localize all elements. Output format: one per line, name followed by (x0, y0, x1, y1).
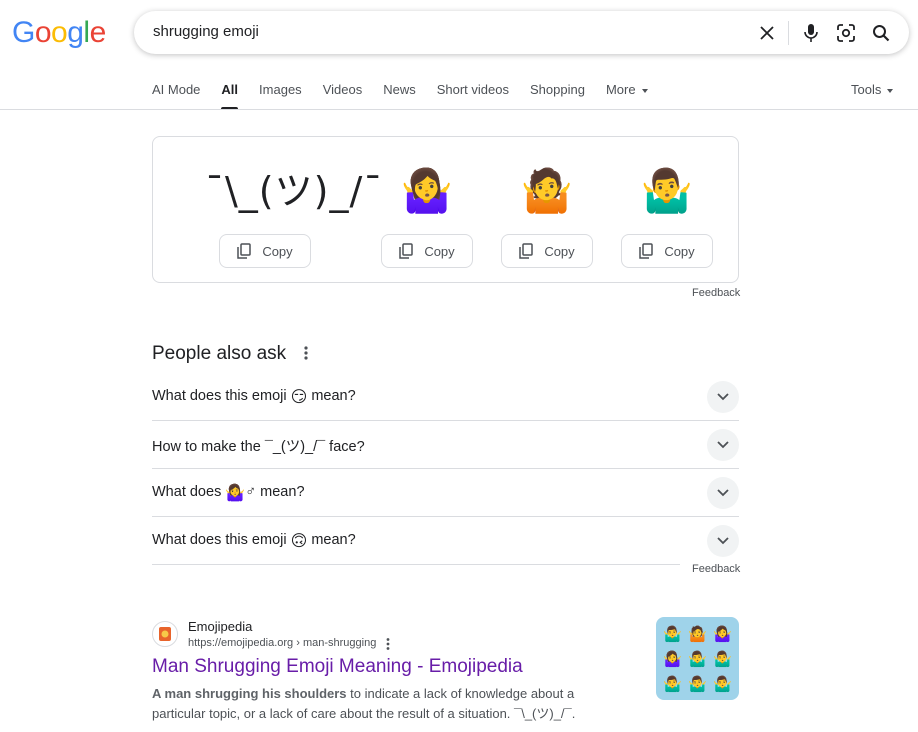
logo-letter: o (51, 16, 68, 49)
logo-letter: g (67, 16, 84, 49)
paa-question-text: What does this emoji 😏 mean? (152, 387, 356, 407)
logo-letter: e (89, 16, 107, 49)
emoji-cell: ¯\_(ツ)_/¯ Copy (205, 137, 384, 282)
copy-icon (399, 243, 414, 259)
chevron-down-icon[interactable] (707, 381, 739, 413)
tab-images[interactable]: Images (259, 82, 302, 110)
tools-button[interactable]: Tools (851, 82, 894, 97)
feedback-link[interactable]: Feedback (692, 563, 740, 575)
emoji-cell: 🤷 Copy (501, 137, 593, 282)
search-box[interactable]: shrugging emoji (134, 11, 909, 54)
question-text: ♂ mean? (245, 484, 305, 500)
chevron-down-icon[interactable] (707, 429, 739, 461)
tab-shopping[interactable]: Shopping (530, 82, 585, 110)
smirk-emoji: 😏 (290, 389, 308, 406)
question-text: What does (152, 484, 226, 500)
copy-label: Copy (544, 243, 575, 259)
woman-shrugging-emoji: 🤷‍♀️ (225, 485, 246, 502)
question-text: mean? (307, 388, 356, 404)
chevron-down-icon[interactable] (707, 477, 739, 509)
logo-letter: o (34, 16, 52, 49)
paa-question[interactable]: What does this emoji 😏 mean? (152, 373, 739, 421)
thumbnail-emoji: 🤷‍♂️ (663, 625, 682, 643)
copy-icon (639, 243, 654, 259)
paa-question[interactable]: How to make the ¯_(ツ)_/¯ face? (152, 421, 739, 469)
thumbnail-emoji: 🤷‍♂️ (713, 650, 732, 668)
paa-question-text: How to make the ¯_(ツ)_/¯ face? (152, 435, 365, 456)
emoji-cell: 🤷‍♀️ Copy (381, 137, 473, 282)
emoji-copy-card: ¯\_(ツ)_/¯ Copy 🤷‍♀️ Copy 🤷 Copy 🤷‍♂️ Cop… (152, 136, 739, 283)
copy-button[interactable]: Copy (501, 234, 593, 268)
question-text: What does this emoji (152, 532, 291, 548)
feedback-link[interactable]: Feedback (692, 287, 740, 299)
search-input[interactable]: shrugging emoji (153, 23, 259, 40)
search-icon[interactable] (870, 22, 892, 44)
tab-more-label: More (605, 82, 636, 97)
people-also-ask-title: People also ask (152, 343, 287, 364)
copy-button[interactable]: Copy (381, 234, 473, 268)
paa-question-text: What does this emoji 🙃 mean? (152, 531, 356, 551)
emojipedia-favicon[interactable] (152, 621, 178, 647)
thumbnail-emoji: 🤷 (688, 625, 707, 643)
kaomoji-glyph: ¯\_(ツ)_/¯ (205, 169, 384, 213)
person-shrugging-emoji: 🤷 (520, 167, 574, 214)
emoji-cell: 🤷‍♂️ Copy (621, 137, 713, 282)
tab-more[interactable]: More (606, 82, 648, 110)
copy-label: Copy (664, 243, 695, 259)
chevron-down-icon[interactable] (707, 525, 739, 557)
thumbnail-emoji: 🤷‍♂️ (688, 675, 707, 693)
paa-question[interactable]: What does 🤷‍♀️♂ mean? (152, 469, 739, 517)
tab-short-videos[interactable]: Short videos (437, 82, 509, 110)
caret-down-icon (887, 88, 894, 93)
header-divider (0, 109, 918, 110)
woman-shrugging-emoji: 🤷‍♀️ (400, 167, 454, 214)
tab-videos[interactable]: Videos (323, 82, 363, 110)
copy-button[interactable]: Copy (621, 234, 713, 268)
tools-label: Tools (851, 82, 882, 97)
more-options-icon[interactable] (384, 636, 392, 657)
thumbnail-emoji: 🤷‍♂️ (713, 675, 732, 693)
copy-button[interactable]: Copy (219, 234, 311, 268)
camera-lens-icon[interactable] (835, 22, 857, 44)
more-options-icon[interactable] (302, 344, 310, 367)
question-text: How to make the ¯_(ツ)_/¯ face? (152, 439, 365, 455)
result-title-link[interactable]: Man Shrugging Emoji Meaning - Emojipedia (152, 656, 523, 678)
logo-letter: G (12, 16, 35, 49)
thumbnail-emoji: 🤷‍♀️ (713, 625, 732, 643)
man-shrugging-emoji: 🤷‍♂️ (640, 167, 694, 214)
copy-label: Copy (424, 243, 455, 259)
result-snippet: A man shrugging his shoulders to indicat… (152, 684, 622, 724)
google-logo[interactable]: Google (12, 18, 106, 48)
upside-down-face-emoji: 🙃 (290, 533, 308, 550)
paa-question-text: What does 🤷‍♀️♂ mean? (152, 483, 305, 503)
tab-news[interactable]: News (383, 82, 416, 110)
paa-question[interactable]: What does this emoji 🙃 mean? (152, 517, 680, 565)
search-tabs: AI Mode All Images Videos News Short vid… (152, 82, 669, 110)
result-thumbnail[interactable]: 🤷‍♂️ 🤷 🤷‍♀️ 🤷‍♀️ 🤷‍♂️ 🤷‍♂️ 🤷‍♂️ 🤷‍♂️ 🤷‍♂… (656, 617, 739, 700)
snippet-emphasis: A man shrugging his shoulders (152, 686, 347, 701)
result-url[interactable]: https://emojipedia.org › man-shrugging (188, 637, 376, 649)
tab-ai-mode[interactable]: AI Mode (152, 82, 200, 110)
search-divider (788, 21, 789, 45)
result-site-name[interactable]: Emojipedia (188, 619, 252, 634)
copy-icon (237, 243, 252, 259)
copy-icon (519, 243, 534, 259)
question-text: What does this emoji (152, 388, 291, 404)
copy-label: Copy (262, 243, 293, 259)
thumbnail-emoji: 🤷‍♂️ (663, 675, 682, 693)
thumbnail-emoji: 🤷‍♂️ (688, 650, 707, 668)
tab-all[interactable]: All (221, 82, 238, 110)
microphone-icon[interactable] (800, 22, 822, 44)
question-text: mean? (307, 532, 356, 548)
thumbnail-emoji: 🤷‍♀️ (663, 650, 682, 668)
caret-down-icon (641, 88, 648, 93)
clear-icon[interactable] (756, 22, 778, 44)
